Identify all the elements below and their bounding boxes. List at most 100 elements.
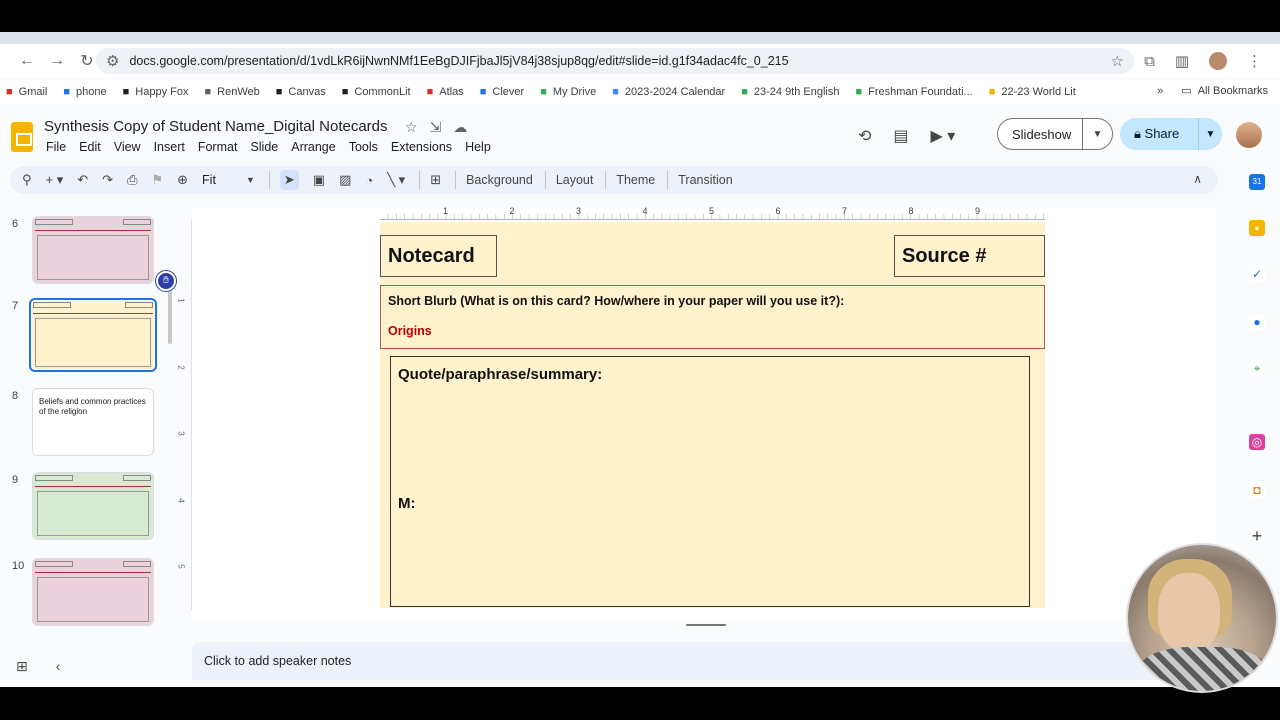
bookmark-item[interactable]: ■ Clever	[480, 86, 524, 98]
extensions-icon[interactable]: ⧉	[1144, 53, 1155, 70]
version-history-icon[interactable]: ⟲	[858, 126, 871, 146]
transition-button[interactable]: Transition	[678, 173, 732, 187]
bookmark-item[interactable]: ■ RenWeb	[205, 86, 260, 98]
share-dropdown-icon[interactable]: ▼	[1198, 118, 1222, 150]
url-bar[interactable]: ⚙ docs.google.com/presentation/d/1vdLkR6…	[96, 48, 1134, 74]
redo-icon[interactable]: ↷	[102, 172, 113, 188]
toolbar-divider	[605, 171, 607, 189]
print-icon[interactable]: ⎙	[127, 172, 137, 188]
drive-icon: ■	[741, 86, 748, 98]
line-icon[interactable]: ╲ ▾	[387, 172, 405, 188]
menu-slide[interactable]: Slide	[250, 140, 278, 154]
slides-logo[interactable]	[11, 122, 33, 152]
grid-view-icon[interactable]: ⊞	[16, 658, 28, 675]
site-info-icon[interactable]: ⚙	[106, 52, 119, 70]
shape-icon[interactable]: ◔	[365, 173, 373, 188]
bookmark-item[interactable]: ■ Happy Fox	[123, 86, 189, 98]
short-blurb-box[interactable]: Short Blurb (What is on this card? How/w…	[380, 285, 1045, 349]
bookmark-item[interactable]: ■ 2023-2024 Calendar	[612, 86, 725, 98]
speaker-notes-placeholder: Click to add speaker notes	[204, 654, 352, 668]
all-bookmarks-button[interactable]: ▭ All Bookmarks	[1181, 84, 1268, 97]
tasks-icon[interactable]: ✓	[1249, 266, 1265, 282]
keep-icon[interactable]: ▪	[1249, 220, 1265, 236]
undo-icon[interactable]: ↶	[77, 172, 88, 188]
addon-icon[interactable]: ◎	[1249, 434, 1265, 450]
bookmark-item[interactable]: ■ My Drive	[540, 86, 596, 98]
profile-avatar[interactable]	[1209, 52, 1227, 70]
add-comment-icon[interactable]: ⊞	[430, 172, 441, 188]
menu-extensions[interactable]: Extensions	[391, 140, 452, 154]
slide-thumbnail[interactable]	[32, 216, 154, 284]
slide-canvas[interactable]: Notecard Source # Short Blurb (What is o…	[380, 222, 1045, 608]
zoom-dropdown-icon[interactable]: ▼	[246, 175, 255, 185]
speaker-notes[interactable]: Click to add speaker notes	[192, 642, 1216, 680]
address-row: ← → ↻ ⚙ docs.google.com/presentation/d/1…	[0, 44, 1280, 78]
side-panel-icon[interactable]: ▥	[1175, 52, 1189, 70]
ruler-tick-label: 6	[775, 206, 781, 216]
thumbnail-shape	[35, 475, 73, 481]
menu-tools[interactable]: Tools	[349, 140, 378, 154]
bookmark-item[interactable]: ■ 22-23 World Lit	[989, 86, 1076, 98]
meet-icon[interactable]: ▶ ▾	[931, 126, 956, 146]
layout-button[interactable]: Layout	[556, 173, 594, 187]
menu-help[interactable]: Help	[465, 140, 491, 154]
slide-thumbnail[interactable]	[29, 298, 157, 372]
menu-view[interactable]: View	[114, 140, 141, 154]
comments-icon[interactable]: ▤	[893, 126, 908, 146]
quote-box[interactable]: Quote/paraphrase/summary: M:	[390, 356, 1030, 607]
search-menus-icon[interactable]: ⚲	[22, 172, 32, 188]
notecard-title[interactable]: Notecard	[380, 235, 497, 277]
cloud-saved-icon[interactable]: ☁	[453, 119, 467, 136]
background-button[interactable]: Background	[466, 173, 533, 187]
maps-icon[interactable]: ⌖	[1249, 360, 1265, 376]
menu-format[interactable]: Format	[198, 140, 238, 154]
get-addons-icon[interactable]: +	[1249, 527, 1265, 545]
forward-icon[interactable]: →	[42, 52, 72, 70]
docs-icon: ■	[612, 86, 619, 98]
bookmark-item[interactable]: ■ Freshman Foundati...	[856, 86, 973, 98]
bookmark-label: 22-23 World Lit	[1001, 86, 1076, 98]
bookmark-item[interactable]: ■ phone	[63, 86, 106, 98]
slide-thumbnail[interactable]	[32, 558, 154, 626]
textbox-icon[interactable]: ▣	[313, 172, 325, 188]
bookmark-item[interactable]: ■ Gmail	[6, 86, 47, 98]
slide-thumbnail[interactable]: Beliefs and common practices of the reli…	[32, 388, 154, 456]
image-icon[interactable]: ▨	[339, 172, 351, 188]
menu-arrange[interactable]: Arrange	[291, 140, 335, 154]
menu-insert[interactable]: Insert	[154, 140, 185, 154]
slide-thumbnail[interactable]	[32, 472, 154, 540]
theme-button[interactable]: Theme	[616, 173, 655, 187]
menu-edit[interactable]: Edit	[79, 140, 101, 154]
share-button[interactable]: 🔒︎ Share ▼	[1120, 118, 1222, 150]
source-number-box[interactable]: Source #	[894, 235, 1045, 277]
paint-format-icon[interactable]: ⚑	[151, 172, 163, 188]
browser-menu-icon[interactable]: ⋮	[1247, 52, 1262, 70]
contacts-icon[interactable]: ●	[1249, 314, 1265, 330]
star-icon[interactable]: ☆	[405, 119, 418, 136]
collapse-toolbar-icon[interactable]: ∧	[1193, 172, 1202, 186]
office-addon-icon[interactable]: ◘	[1249, 482, 1265, 498]
document-title[interactable]: Synthesis Copy of Student Name_Digital N…	[44, 118, 388, 135]
user-avatar[interactable]	[1236, 122, 1262, 148]
bookmark-item[interactable]: ■ CommonLit	[342, 86, 411, 98]
menu-file[interactable]: File	[46, 140, 66, 154]
select-cursor-icon[interactable]: ➤	[279, 170, 299, 190]
more-bookmarks-icon[interactable]: »	[1157, 85, 1163, 97]
calendar-icon[interactable]: 31	[1249, 174, 1265, 190]
collapse-filmstrip-icon[interactable]: ‹	[56, 658, 61, 675]
back-icon[interactable]: ←	[12, 52, 42, 70]
notes-resize-handle[interactable]	[686, 624, 726, 626]
bookmark-label: Atlas	[439, 86, 464, 98]
zoom-icon[interactable]: ⊕	[177, 172, 188, 188]
slideshow-button[interactable]: Slideshow ▼	[997, 118, 1113, 150]
new-slide-icon[interactable]: + ▾	[46, 172, 64, 188]
bookmark-item[interactable]: ■ 23-24 9th English	[741, 86, 839, 98]
bookmark-star-icon[interactable]: ☆	[1111, 52, 1124, 70]
zoom-select[interactable]: Fit	[202, 173, 216, 187]
filmstrip-scrollbar[interactable]	[168, 288, 172, 344]
move-folder-icon[interactable]: ⇲	[430, 119, 442, 136]
bookmark-item[interactable]: ■ Atlas	[427, 86, 464, 98]
slideshow-dropdown-icon[interactable]: ▼	[1082, 119, 1112, 149]
short-blurb-label: Short Blurb (What is on this card? How/w…	[388, 294, 845, 308]
bookmark-item[interactable]: ■ Canvas	[276, 86, 326, 98]
